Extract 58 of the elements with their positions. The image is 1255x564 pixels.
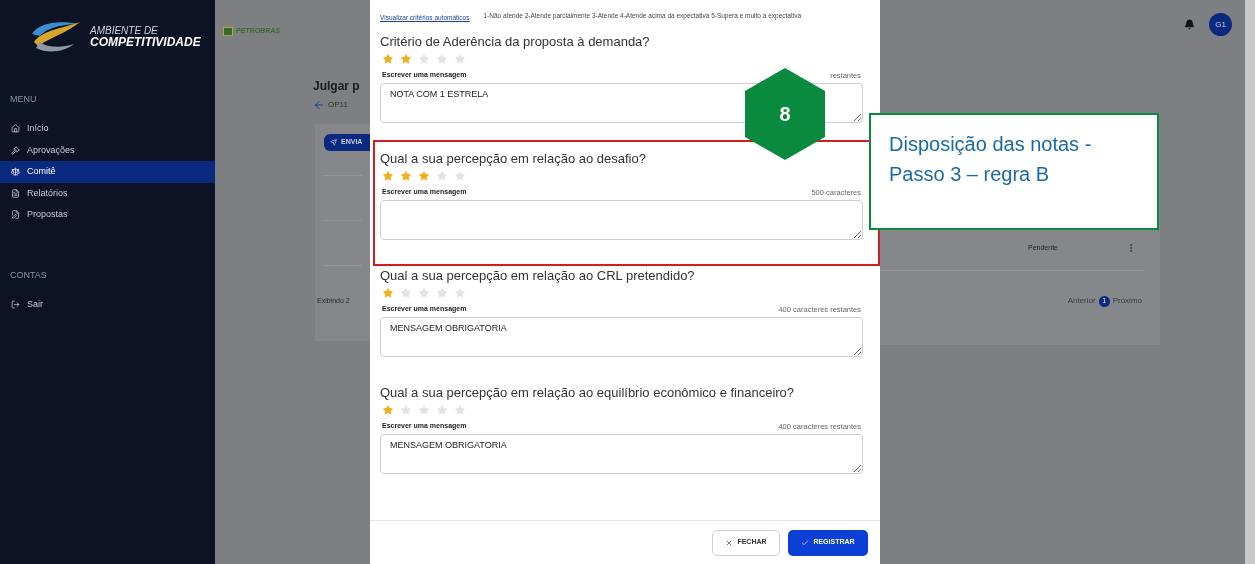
menu-item[interactable]: Aprovações	[0, 139, 215, 161]
menu-item[interactable]: Início	[0, 118, 215, 140]
section-heading: MENU	[9, 93, 38, 107]
petrobras-logo-icon	[223, 27, 233, 36]
star-icon	[454, 169, 466, 182]
menu-item[interactable]: Sair	[0, 293, 215, 315]
star-icon	[454, 52, 466, 65]
star-icon	[400, 169, 412, 182]
star-icon	[418, 403, 430, 416]
code-text: OP11	[328, 99, 348, 111]
scrollbar[interactable]	[1245, 0, 1255, 564]
star-icon	[454, 286, 466, 299]
question-title: Qual a sua percepção em relação ao desafio?	[380, 149, 647, 168]
star-icon	[454, 403, 466, 416]
star-icon	[418, 169, 430, 182]
message-field[interactable]: MENSAGEM OBRIGATORIA	[380, 316, 863, 357]
brand-name: COMPETITIVIDADE	[90, 36, 201, 48]
star-icon	[400, 403, 412, 416]
star-icon	[436, 169, 448, 182]
menu-item[interactable]: Propostas	[0, 204, 215, 226]
question-title: Qual a sua percepção em relação ao CRL pretendido?	[380, 266, 696, 285]
document-icon	[11, 188, 20, 198]
star-rating[interactable]	[382, 169, 466, 182]
star-icon	[436, 52, 448, 65]
notification-bell-icon[interactable]	[1184, 19, 1195, 30]
star-icon	[382, 403, 394, 416]
star-rating[interactable]	[382, 403, 466, 416]
star-icon	[400, 52, 412, 65]
star-icon	[436, 403, 448, 416]
edit-document-icon	[11, 210, 20, 220]
question-title: Critério de Aderência da proposta à demanda?	[380, 32, 651, 51]
section-heading: CONTAS	[9, 268, 48, 282]
check-icon	[801, 538, 810, 547]
user-avatar[interactable]: G1	[1209, 13, 1232, 36]
close-icon	[725, 538, 734, 547]
send-icon	[330, 139, 337, 146]
brand-name: AMBIENTE DE	[90, 26, 159, 36]
menu-item[interactable]: Relatórios	[0, 182, 215, 204]
gavel-icon	[11, 145, 20, 155]
message-field[interactable]	[380, 199, 863, 240]
home-icon	[11, 124, 20, 134]
logout-icon	[11, 299, 20, 309]
callout-text: Disposição das notas - Passo 3 – regra B	[889, 132, 1093, 187]
page-title: Julgar p	[313, 78, 360, 95]
message-field[interactable]: MENSAGEM OBRIGATORIA	[380, 433, 863, 474]
star-icon	[418, 286, 430, 299]
star-rating[interactable]	[382, 286, 466, 299]
star-icon	[400, 286, 412, 299]
star-icon	[436, 286, 448, 299]
star-icon	[382, 169, 394, 182]
star-icon	[382, 52, 394, 65]
scale-icon	[11, 167, 20, 177]
star-icon	[382, 286, 394, 299]
question-title: Qual a sua percepção em relação ao equilíbrio econômico e financeiro?	[380, 383, 796, 402]
menu-item[interactable]: Comitê	[0, 161, 215, 183]
star-rating[interactable]	[382, 52, 466, 65]
back-arrow-icon[interactable]	[313, 99, 325, 111]
star-icon	[418, 52, 430, 65]
